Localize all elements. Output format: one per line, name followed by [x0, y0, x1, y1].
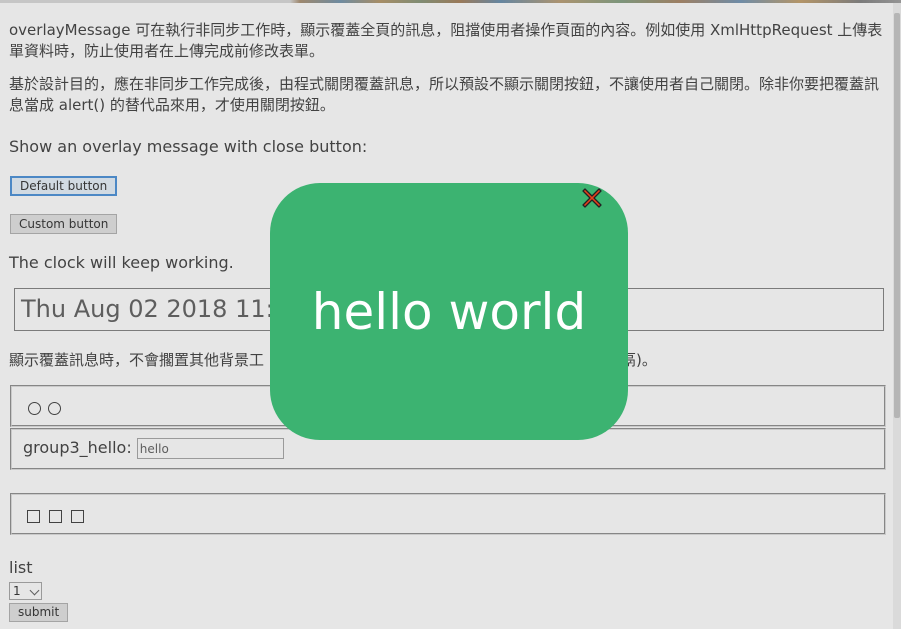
- overlay-message-text: hello world: [311, 283, 587, 341]
- close-x-icon[interactable]: [581, 187, 603, 209]
- overlay-message-box: hello world: [270, 183, 628, 440]
- page: overlayMessage 可在執行非同步工作時，顯示覆蓋全頁的訊息，阻擋使用…: [0, 0, 901, 629]
